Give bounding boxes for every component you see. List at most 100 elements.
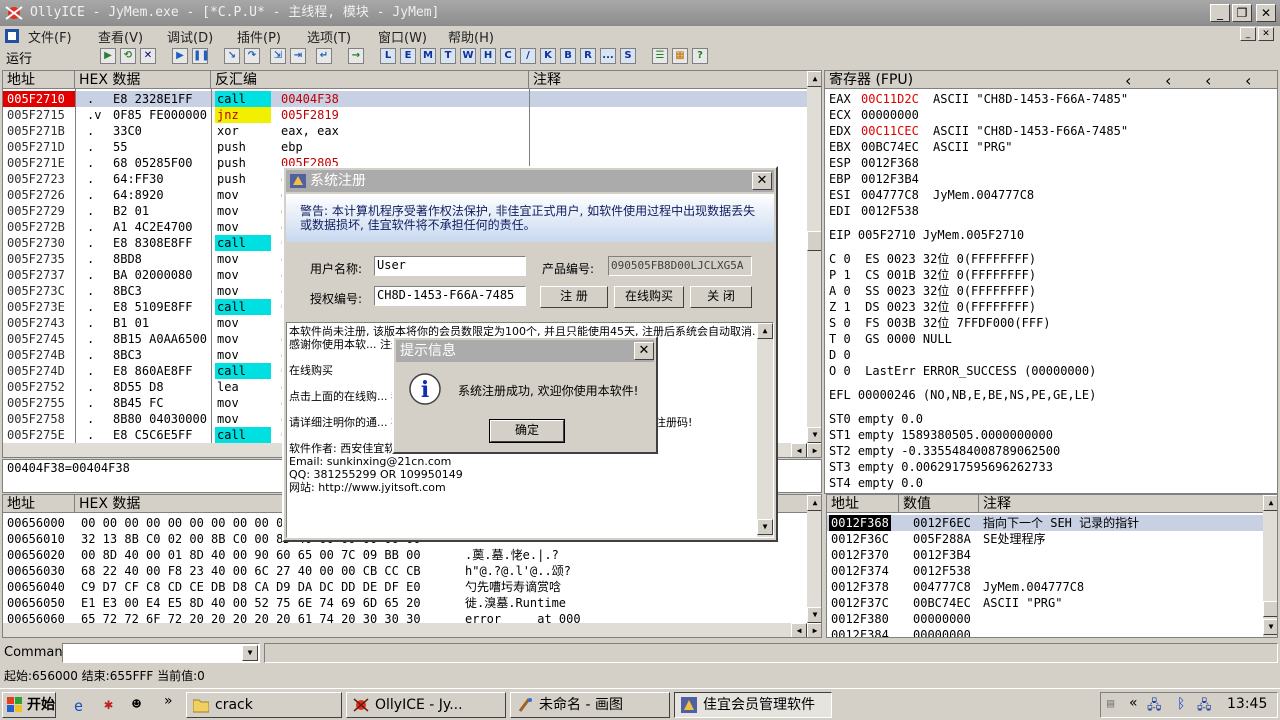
help-icon[interactable]: ?	[692, 48, 708, 64]
open-icon[interactable]: ▶	[100, 48, 116, 64]
toolbar-handles-button[interactable]: H	[480, 48, 496, 64]
auth-code-field[interactable]: CH8D-1453-F66A-7485	[374, 286, 526, 306]
fpu-line[interactable]: ST1 empty 1589380505.0000000000	[829, 427, 1053, 443]
buy-online-button[interactable]: 在线购买	[614, 286, 684, 308]
network-icon[interactable]: 🖧	[1147, 696, 1162, 718]
restart-icon[interactable]: ⟲	[120, 48, 136, 64]
scroll-thumb[interactable]	[807, 231, 821, 251]
toolbar-windows-button[interactable]: W	[460, 48, 476, 64]
dialog-close-button[interactable]: 关 闭	[690, 286, 752, 308]
user-name-field[interactable]: User	[374, 256, 526, 276]
register-button[interactable]: 注 册	[540, 286, 608, 308]
task-jiayi-member[interactable]: 佳宜会员管理软件	[674, 692, 832, 718]
toolbar-threads-button[interactable]: T	[440, 48, 456, 64]
scroll-left-icon[interactable]: ◀	[791, 443, 807, 457]
flag-line[interactable]: D 0	[829, 347, 851, 363]
step-over-icon[interactable]: ↷	[244, 48, 260, 64]
reg-nav-left-icon-2[interactable]: ‹	[1165, 71, 1171, 90]
toolbar-references-button[interactable]: R	[580, 48, 596, 64]
hacker-face-icon[interactable]: ☻	[132, 695, 141, 713]
reg-nav-left-icon-4[interactable]: ‹	[1245, 71, 1251, 90]
scroll-thumb[interactable]	[1263, 601, 1277, 617]
message-box-titlebar[interactable]: 提示信息 ✕	[396, 340, 654, 362]
pause-icon[interactable]: ❚❚	[192, 48, 210, 64]
col-header-address[interactable]: 地址	[3, 71, 75, 89]
tray-expand-icon[interactable]: «	[1129, 695, 1138, 711]
register-eip[interactable]: EIP 005F2710 JyMem.005F2710	[829, 227, 1024, 243]
execute-till-return-icon[interactable]: ↵	[316, 48, 332, 64]
scroll-down-icon[interactable]: ▼	[807, 427, 821, 443]
command-input[interactable]	[62, 643, 260, 663]
col-header-comment[interactable]: 注释	[529, 71, 809, 89]
toolbar-callstack-button[interactable]: K	[540, 48, 556, 64]
scroll-down-icon[interactable]: ▼	[1263, 619, 1277, 635]
close-button[interactable]: ✕	[1256, 4, 1276, 22]
fpu-line[interactable]: ST2 empty -0.3355484008789062500	[829, 443, 1060, 459]
disasm-row[interactable]: 005F2710. E8 2328E1FF call 00404F38	[3, 91, 807, 107]
chevron-down-icon[interactable]: ▼	[242, 645, 258, 661]
stack-row[interactable]: 0012F37C 00BC74EC ASCII "PRG"	[827, 595, 1263, 611]
trace-into-icon[interactable]: ⇲	[270, 48, 286, 64]
register-dialog-titlebar[interactable]: 系统注册 ✕	[286, 170, 774, 192]
menu-help[interactable]: 帮助(H)	[448, 27, 494, 46]
toolbar-source-button[interactable]: S	[620, 48, 636, 64]
step-into-icon[interactable]: ↘	[224, 48, 240, 64]
toolbar-breakpoints-button[interactable]: B	[560, 48, 576, 64]
reg-nav-left-icon[interactable]: ‹	[1125, 71, 1131, 90]
scroll-down-icon[interactable]: ▼	[807, 607, 821, 623]
stack-col-value[interactable]: 数值	[899, 495, 979, 513]
disasm-row[interactable]: 005F271D. 55 push ebp	[3, 139, 807, 155]
stack-row[interactable]: 0012F36C 005F288A SE处理程序	[827, 531, 1263, 547]
tray-app-icon[interactable]: ▤	[1107, 696, 1114, 710]
stack-row[interactable]: 0012F368 0012F6EC 指向下一个 SEH 记录的指针	[827, 515, 1263, 531]
stack-row[interactable]: 0012F380 00000000	[827, 611, 1263, 627]
options-icon[interactable]: ▦	[672, 48, 688, 64]
disasm-vscroll[interactable]: ▲ ▼	[807, 71, 821, 443]
flag-line[interactable]: O 0 LastErr ERROR_SUCCESS (00000000)	[829, 363, 1096, 379]
run-icon[interactable]: ▶	[172, 48, 188, 64]
reg-nav-left-icon-3[interactable]: ‹	[1205, 71, 1211, 90]
stack-row[interactable]: 0012F370 0012F3B4	[827, 547, 1263, 563]
trace-over-icon[interactable]: ⇥	[290, 48, 306, 64]
scroll-down-icon[interactable]: ▼	[757, 519, 773, 535]
scroll-up-icon[interactable]: ▲	[807, 71, 821, 87]
menu-file[interactable]: 文件(F)	[28, 27, 72, 46]
menu-options[interactable]: 选项(T)	[307, 27, 351, 46]
flag-line[interactable]: S 0 FS 003B 32位 7FFDF000(FFF)	[829, 315, 1051, 331]
dump-col-address[interactable]: 地址	[3, 495, 75, 513]
task-ollyice[interactable]: OllyICE - Jy...	[346, 692, 506, 718]
register-efl[interactable]: EFL 00000246 (NO,NB,E,BE,NS,PE,GE,LE)	[829, 387, 1096, 403]
task-paint[interactable]: 未命名 - 画图	[510, 692, 670, 718]
product-id-field[interactable]: 090505FB8D00LJCLXG5A	[608, 256, 752, 276]
scroll-up-icon[interactable]: ▲	[807, 495, 821, 511]
close-icon[interactable]: ✕	[634, 342, 654, 360]
disasm-row[interactable]: 005F271B. 33C0 xor eax, eax	[3, 123, 807, 139]
registers-pane[interactable]: 寄存器 (FPU) ‹ ‹ ‹ ‹ EAX 00C11D2C ASCII "CH8D…	[824, 70, 1278, 494]
flag-line[interactable]: A 0 SS 0023 32位 0(FFFFFFFF)	[829, 283, 1036, 299]
toolbar-log-button[interactable]: L	[380, 48, 396, 64]
bluetooth-icon[interactable]: ᛒ	[1177, 696, 1185, 712]
toolbar-cpu-button[interactable]: C	[500, 48, 516, 64]
network-disconnected-icon[interactable]: 🖧	[1197, 696, 1212, 718]
flag-line[interactable]: C 0 ES 0023 32位 0(FFFFFFFF)	[829, 251, 1036, 267]
minimize-button[interactable]: _	[1210, 4, 1230, 22]
task-crack[interactable]: crack	[186, 692, 342, 718]
dump-row[interactable]: 00656020 00 8D 40 00 01 8D 40 00 90 60 65…	[3, 547, 807, 563]
ollydbg-quicklaunch-icon[interactable]: ✱	[104, 695, 113, 713]
start-button[interactable]: 开始	[2, 692, 56, 718]
scroll-left-icon[interactable]: ◀	[791, 623, 807, 637]
license-vscroll[interactable]: ▲ ▼	[757, 323, 773, 537]
scroll-right-icon[interactable]: ▶	[807, 443, 821, 457]
list-icon[interactable]: ☰	[652, 48, 668, 64]
dump-row[interactable]: 00656040 C9 D7 CF C8 CD CE DB D8 CA D9 DA…	[3, 579, 807, 595]
menu-window[interactable]: 窗口(W)	[378, 27, 427, 46]
flag-line[interactable]: Z 1 DS 0023 32位 0(FFFFFFFF)	[829, 299, 1036, 315]
stack-col-address[interactable]: 地址	[827, 495, 899, 513]
scroll-right-icon[interactable]: ▶	[807, 623, 821, 637]
dump-hscroll[interactable]: ◀ ▶	[3, 623, 821, 637]
restore-button[interactable]: ❐	[1232, 4, 1252, 22]
stack-pane[interactable]: 地址 数值 注释 0012F368 0012F6EC 指向下一个 SEH 记录的指针…	[826, 494, 1278, 638]
stack-row[interactable]: 0012F378 004777C8 JyMem.004777C8	[827, 579, 1263, 595]
mdi-close-button[interactable]: ✕	[1258, 27, 1274, 41]
stack-col-comment[interactable]: 注释	[979, 495, 1277, 513]
